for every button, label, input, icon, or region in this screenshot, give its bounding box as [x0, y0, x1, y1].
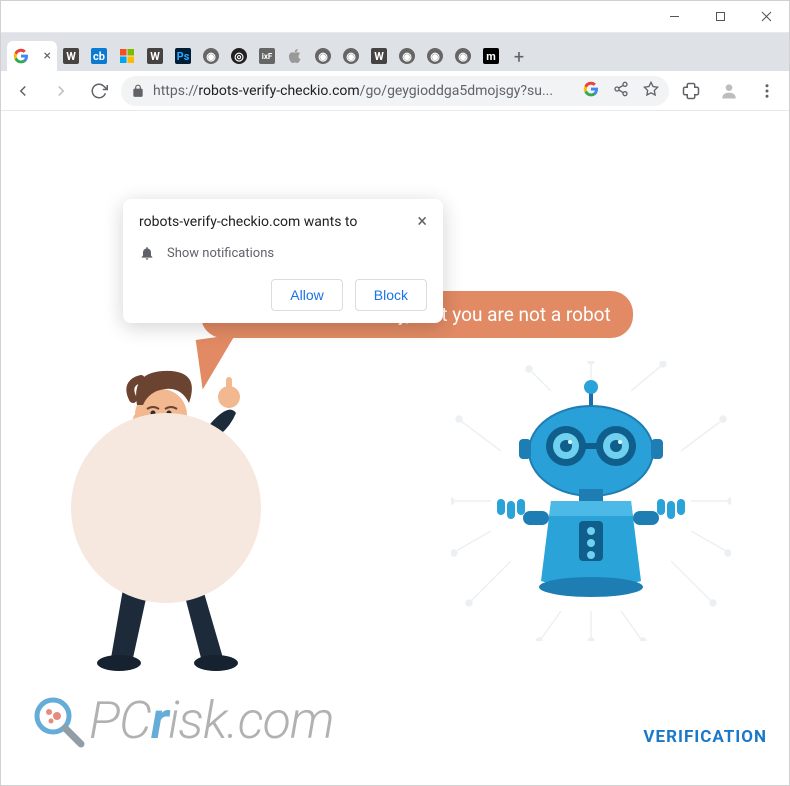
robot-svg-icon — [451, 361, 731, 641]
page-viewport: robots-verify-checkio.com wants to × Sho… — [1, 111, 789, 785]
globe-favicon-icon: ◉ — [455, 48, 471, 64]
permission-title: robots-verify-checkio.com wants to — [139, 214, 417, 230]
tab-active[interactable]: × — [7, 41, 57, 71]
url-protocol: https:// — [153, 83, 198, 99]
tab-globe-1[interactable]: ◉ — [197, 41, 225, 71]
permission-close-icon[interactable]: × — [417, 213, 427, 231]
bookmark-star-icon[interactable] — [643, 81, 659, 101]
browser-menu-icon[interactable] — [751, 75, 783, 107]
window-titlebar — [1, 1, 789, 33]
nav-back-button[interactable] — [7, 75, 39, 107]
wordpress-favicon-icon: W — [147, 48, 163, 64]
tab-wordpress-2[interactable]: W — [141, 41, 169, 71]
globe-favicon-icon: ◉ — [399, 48, 415, 64]
google-favicon-icon — [13, 48, 29, 64]
magnifier-icon — [31, 694, 85, 748]
window-minimize-button[interactable] — [651, 1, 697, 32]
tab-target[interactable]: ◎ — [225, 41, 253, 71]
window-close-button[interactable] — [743, 1, 789, 32]
url-text: https://robots-verify-checkio.com/go/gey… — [153, 83, 553, 99]
man-illustration — [61, 343, 301, 673]
lock-icon — [131, 84, 145, 98]
watermark-rest: isk.com — [168, 690, 334, 751]
profile-avatar-icon[interactable] — [713, 75, 745, 107]
window-controls — [651, 1, 789, 32]
microsoft-favicon-icon — [119, 48, 135, 64]
target-favicon-icon: ◎ — [231, 48, 247, 64]
notification-permission-popup: robots-verify-checkio.com wants to × Sho… — [123, 199, 443, 323]
robot-illustration — [451, 361, 731, 641]
extensions-icon[interactable] — [675, 75, 707, 107]
tab-globe-2[interactable]: ◉ — [309, 41, 337, 71]
tab-cb[interactable]: cb — [85, 41, 113, 71]
browser-toolbar: https://robots-verify-checkio.com/go/gey… — [1, 71, 789, 111]
globe-favicon-icon: ◉ — [343, 48, 359, 64]
tab-globe-4[interactable]: ◉ — [393, 41, 421, 71]
tab-wordpress-1[interactable]: W — [57, 41, 85, 71]
tab-globe-3[interactable]: ◉ — [337, 41, 365, 71]
allow-button[interactable]: Allow — [271, 279, 342, 311]
url-host: robots-verify-checkio.com — [198, 83, 359, 99]
bell-icon — [139, 245, 155, 261]
mx-favicon-icon: m — [483, 48, 499, 64]
share-icon[interactable] — [613, 81, 629, 101]
tab-photoshop[interactable]: Ps — [169, 41, 197, 71]
nav-reload-button[interactable] — [83, 75, 115, 107]
globe-favicon-icon: ◉ — [203, 48, 219, 64]
tab-globe-5[interactable]: ◉ — [421, 41, 449, 71]
photoshop-favicon-icon: Ps — [175, 48, 191, 64]
verification-label: VERIFICATION — [643, 727, 767, 747]
browser-window: × W cb W Ps ◉ ◎ ixF ◉ ◉ W ◉ ◉ ◉ m + — [0, 0, 790, 786]
watermark-pc: PC — [89, 690, 151, 751]
cb-favicon-icon: cb — [91, 48, 107, 64]
tab-microsoft[interactable] — [113, 41, 141, 71]
wordpress-favicon-icon: W — [371, 48, 387, 64]
address-bar[interactable]: https://robots-verify-checkio.com/go/gey… — [121, 76, 669, 106]
globe-favicon-icon: ◉ — [315, 48, 331, 64]
tab-apple[interactable] — [281, 41, 309, 71]
pcrisk-watermark: PCrisk.com — [31, 690, 334, 751]
tab-globe-6[interactable]: ◉ — [449, 41, 477, 71]
globe-favicon-icon: ◉ — [427, 48, 443, 64]
tab-close-icon[interactable]: × — [44, 48, 51, 64]
tab-mx[interactable]: m — [477, 41, 505, 71]
tab-wordpress-3[interactable]: W — [365, 41, 393, 71]
apple-favicon-icon — [287, 48, 303, 64]
tab-ixf[interactable]: ixF — [253, 41, 281, 71]
man-background-circle — [71, 413, 261, 603]
tab-strip: × W cb W Ps ◉ ◎ ixF ◉ ◉ W ◉ ◉ ◉ m + — [1, 33, 789, 71]
watermark-r: r — [151, 690, 168, 751]
block-button[interactable]: Block — [355, 279, 427, 311]
ixf-favicon-icon: ixF — [259, 48, 275, 64]
window-maximize-button[interactable] — [697, 1, 743, 32]
wordpress-favicon-icon: W — [63, 48, 79, 64]
google-search-icon[interactable] — [583, 81, 599, 101]
url-path: /go/geygioddga5dmojsgy?su... — [360, 83, 553, 99]
nav-forward-button[interactable] — [45, 75, 77, 107]
permission-label: Show notifications — [167, 246, 274, 261]
new-tab-button[interactable]: + — [505, 43, 533, 71]
